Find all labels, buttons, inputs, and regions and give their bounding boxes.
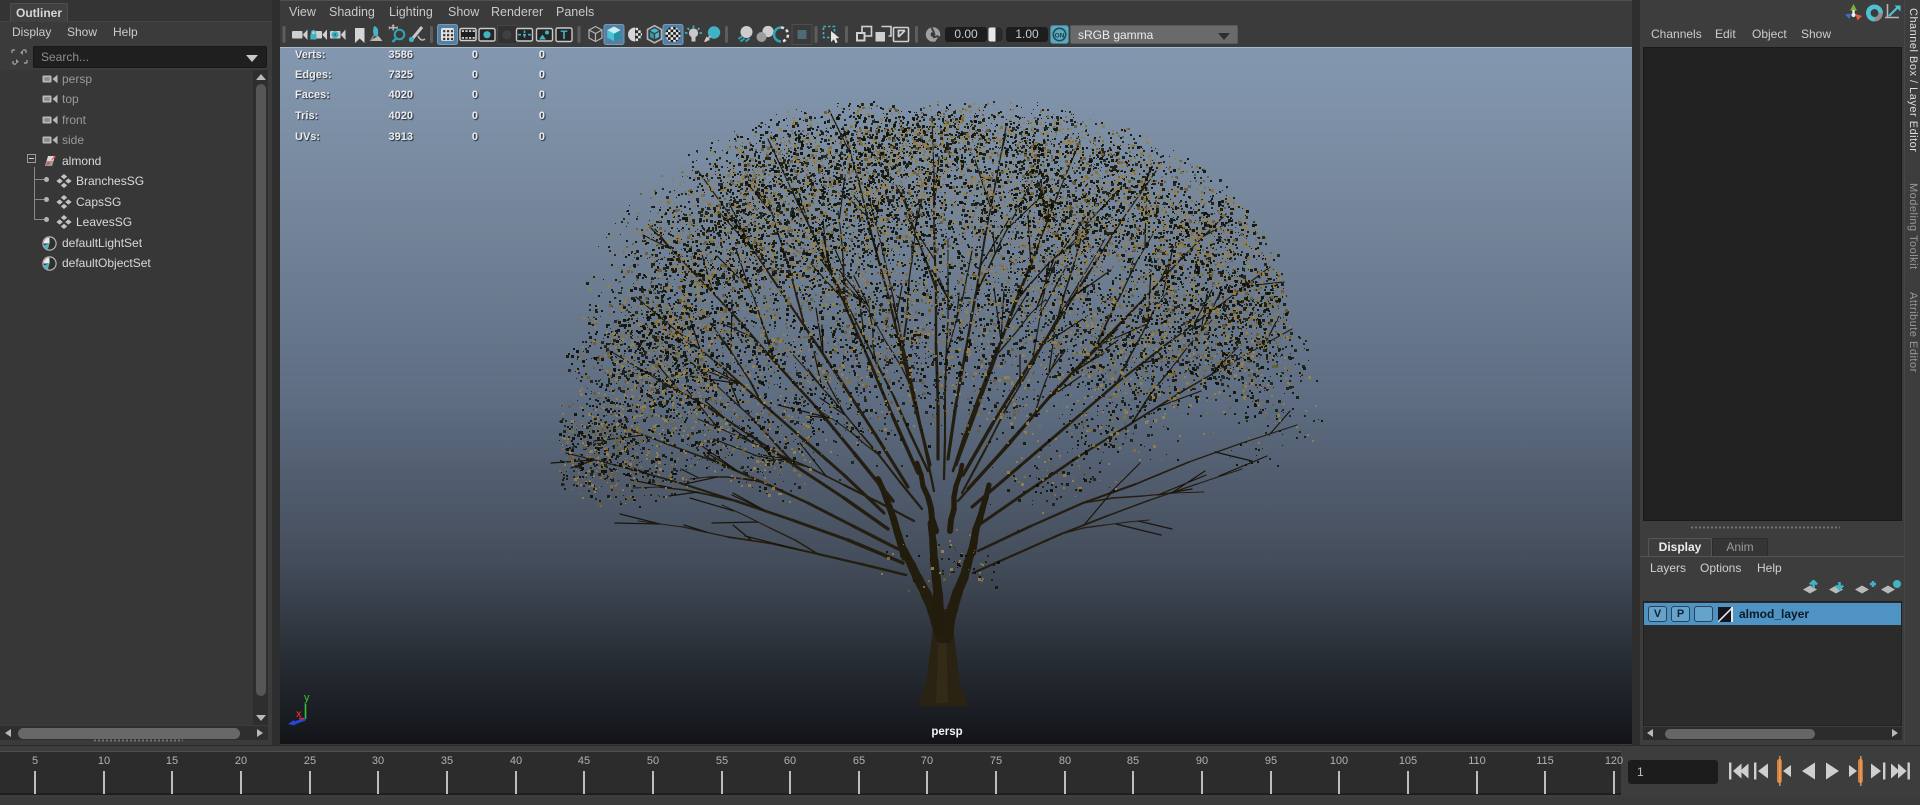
- svg-text:y: y: [304, 692, 310, 704]
- svg-text:T: T: [560, 30, 567, 42]
- svg-text:ON: ON: [1055, 32, 1065, 39]
